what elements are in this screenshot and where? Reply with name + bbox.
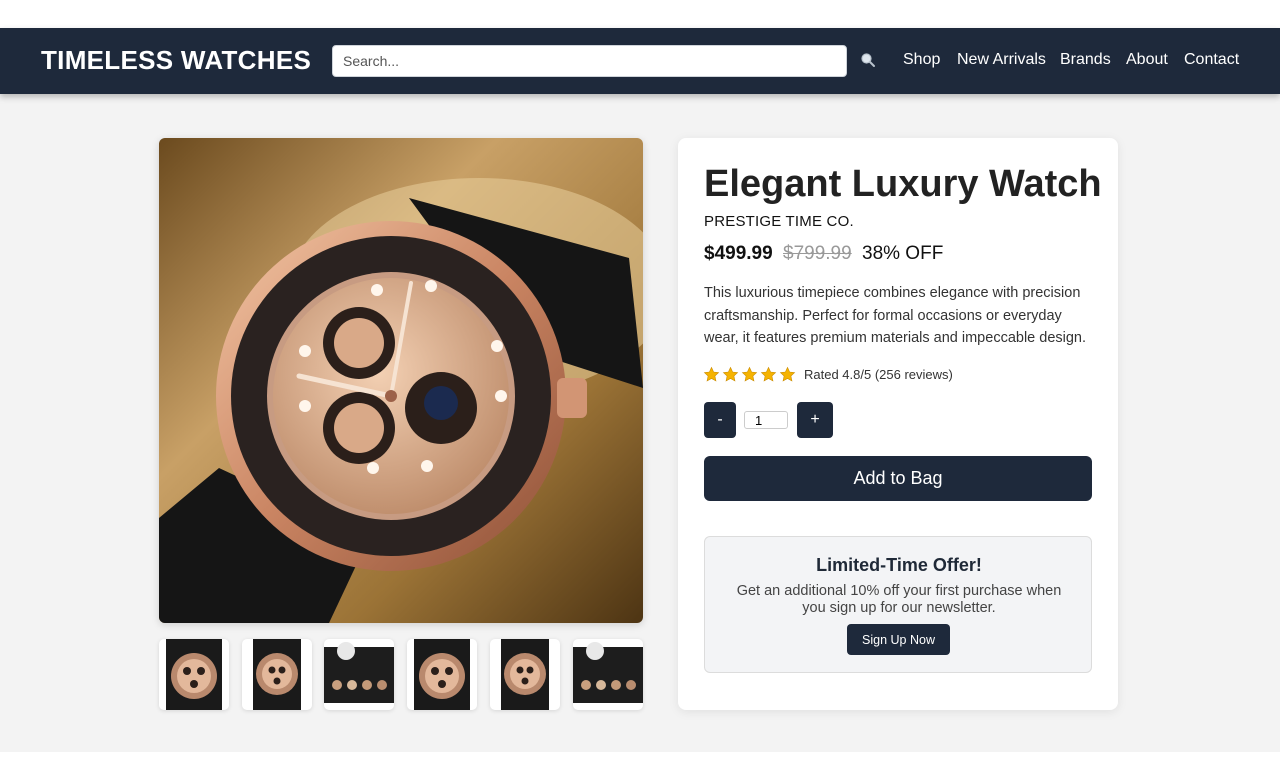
- nav-shop[interactable]: Shop: [903, 51, 940, 69]
- thumbnail-1[interactable]: [159, 639, 229, 710]
- search-input[interactable]: [332, 45, 847, 77]
- product-description: This luxurious timepiece combines elegan…: [704, 285, 1087, 346]
- decrement-quantity-button[interactable]: -: [704, 402, 736, 438]
- thumbnail-6[interactable]: [573, 639, 643, 710]
- nav-contact[interactable]: Contact: [1184, 51, 1239, 69]
- thumbnail-4[interactable]: [407, 639, 477, 710]
- thumbnail-2[interactable]: [242, 639, 312, 710]
- nav-new-arrivals[interactable]: New Arrivals: [957, 51, 1046, 69]
- add-to-bag-button[interactable]: Add to Bag: [704, 456, 1092, 501]
- thumbnail-3[interactable]: [324, 639, 394, 710]
- quantity-input[interactable]: [744, 411, 788, 429]
- product-brand: PRESTIGE TIME CO.: [704, 213, 854, 230]
- rating-text: Rated 4.8/5 (256 reviews): [804, 367, 953, 382]
- nav-about[interactable]: About: [1126, 51, 1168, 69]
- thumbnail-5[interactable]: [490, 639, 560, 710]
- sign-up-button[interactable]: Sign Up Now: [847, 624, 950, 655]
- site-logo[interactable]: TIMELESS WATCHES: [41, 45, 311, 76]
- product-main-image[interactable]: [159, 138, 643, 623]
- nav-brands[interactable]: Brands: [1060, 51, 1111, 69]
- offer-title: Limited-Time Offer!: [816, 555, 982, 575]
- discount-badge: 38% OFF: [862, 243, 944, 264]
- increment-quantity-button[interactable]: +: [797, 402, 833, 438]
- star-icon: [741, 366, 758, 382]
- rating-stars: [703, 366, 796, 383]
- product-title: Elegant Luxury Watch: [704, 163, 1102, 205]
- star-icon: [760, 366, 777, 382]
- offer-box: Limited-Time Offer! Get an additional 10…: [704, 536, 1092, 673]
- star-icon: [722, 366, 739, 382]
- search-icon[interactable]: [860, 52, 876, 68]
- star-icon: [703, 366, 720, 382]
- header-bar: TIMELESS WATCHES Shop New Arrivals Brand…: [0, 28, 1280, 94]
- current-price: $499.99: [704, 243, 773, 264]
- original-price: $799.99: [783, 243, 852, 264]
- offer-text: Get an additional 10% off your first pur…: [736, 583, 1062, 616]
- star-icon: [779, 366, 796, 382]
